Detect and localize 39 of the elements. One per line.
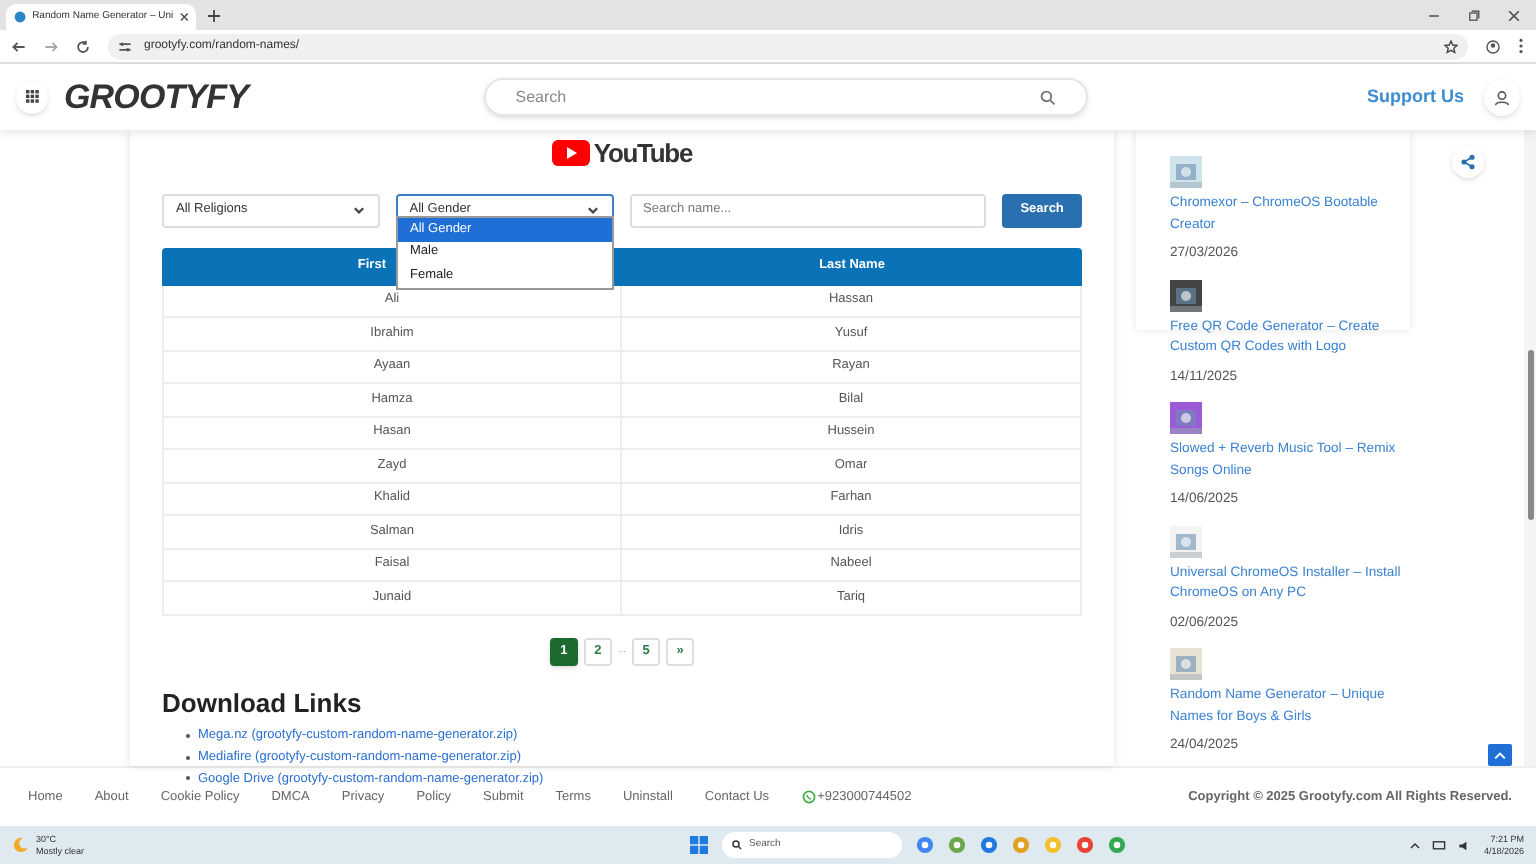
search-icon[interactable] bbox=[1039, 89, 1056, 105]
support-link[interactable]: Support Us bbox=[1367, 83, 1464, 111]
network-icon[interactable] bbox=[1431, 839, 1446, 851]
account-button[interactable] bbox=[1484, 79, 1520, 115]
grid-icon bbox=[25, 90, 39, 104]
whatsapp-icon bbox=[801, 790, 816, 804]
logo-text: YouTube bbox=[593, 136, 693, 172]
back-icon[interactable] bbox=[12, 39, 26, 53]
site-search-field[interactable]: Search bbox=[483, 78, 1088, 116]
chevron-up-icon bbox=[1494, 751, 1506, 759]
close-icon[interactable] bbox=[1508, 10, 1520, 22]
speaker-icon[interactable] bbox=[1457, 839, 1472, 851]
menu-icon[interactable] bbox=[1518, 38, 1524, 54]
new-tab-icon[interactable] bbox=[208, 10, 220, 22]
windows-icon[interactable] bbox=[689, 836, 707, 854]
user-icon bbox=[1494, 89, 1510, 105]
scrollbar-thumb[interactable] bbox=[1527, 350, 1533, 520]
close-icon[interactable] bbox=[179, 12, 188, 22]
share-button[interactable] bbox=[1451, 146, 1483, 178]
search-placeholder: Search bbox=[515, 85, 569, 109]
scroll-to-top-button[interactable] bbox=[1488, 744, 1512, 766]
reload-icon[interactable] bbox=[76, 39, 90, 53]
star-icon[interactable] bbox=[1444, 39, 1458, 53]
section-heading: Download Links bbox=[162, 685, 364, 721]
scrollbar[interactable] bbox=[1524, 130, 1536, 766]
site-logo[interactable]: GROOTYFY bbox=[64, 71, 248, 123]
chevron-up-icon[interactable] bbox=[1409, 841, 1420, 849]
site-settings-icon[interactable] bbox=[118, 39, 132, 53]
profile-icon[interactable] bbox=[1486, 39, 1500, 53]
share-icon bbox=[1459, 154, 1475, 170]
chevron-icon bbox=[351, 203, 366, 217]
site-icon bbox=[14, 10, 27, 24]
restore-icon[interactable] bbox=[1468, 10, 1480, 22]
apps-button[interactable] bbox=[16, 81, 48, 113]
weather-icon bbox=[12, 836, 30, 854]
search-icon bbox=[731, 840, 741, 850]
chevron-icon bbox=[585, 203, 600, 217]
minimize-icon[interactable] bbox=[1428, 10, 1440, 22]
play-icon bbox=[551, 140, 590, 167]
